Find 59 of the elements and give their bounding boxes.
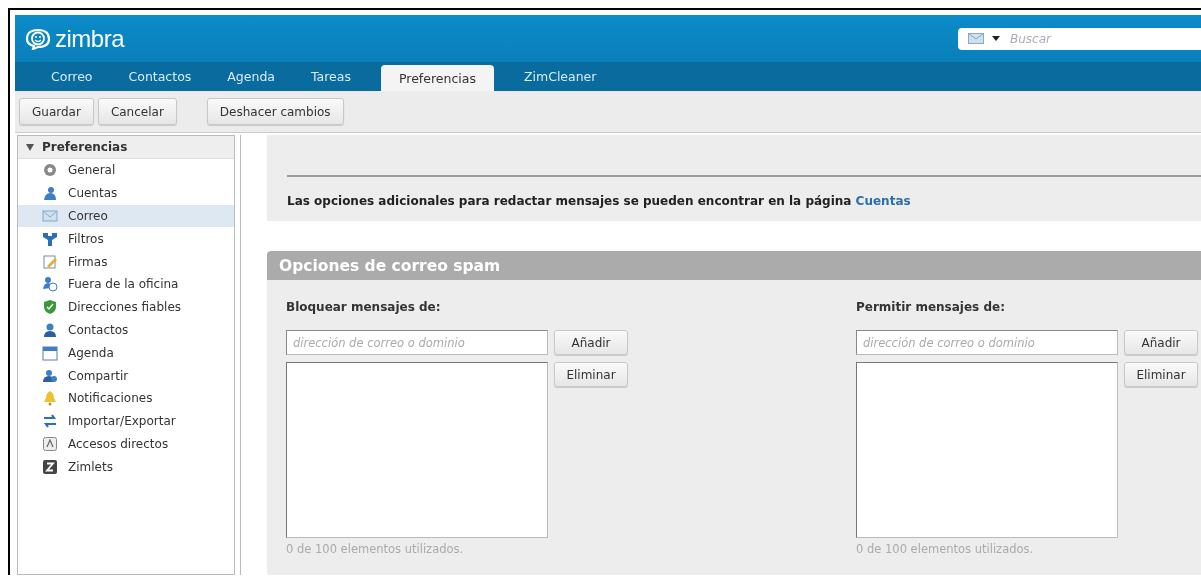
toolbar-button[interactable]: Guardar bbox=[19, 98, 94, 125]
envelope-icon bbox=[42, 208, 58, 224]
sidebar-item[interactable]: Cuentas bbox=[18, 181, 234, 205]
sidebar-item[interactable]: Zimlets bbox=[18, 455, 234, 479]
add-button[interactable]: Añadir bbox=[554, 330, 628, 355]
logo-wordmark: zimbra bbox=[55, 24, 124, 53]
person-icon bbox=[42, 321, 58, 338]
sidebar-item[interactable]: Importar/Exportar bbox=[18, 409, 234, 433]
sidebar-item[interactable]: Agenda bbox=[18, 341, 234, 365]
caret-icon[interactable] bbox=[992, 36, 1000, 41]
address-list[interactable] bbox=[286, 362, 548, 538]
people-icon bbox=[42, 185, 58, 202]
address-field[interactable]: dirección de correo o dominio bbox=[286, 330, 548, 355]
toolbar-button[interactable]: Deshacer cambios bbox=[206, 98, 344, 125]
signature-icon bbox=[42, 253, 58, 270]
accounts-link[interactable]: Cuentas bbox=[855, 194, 911, 208]
sidebar-item[interactable]: Accesos directos bbox=[18, 432, 234, 456]
key-icon bbox=[42, 435, 58, 452]
sidebar-item[interactable]: Contactos bbox=[18, 318, 234, 342]
app-tab[interactable]: Contactos bbox=[110, 69, 210, 91]
sidebar-item[interactable]: Direcciones fiables bbox=[18, 295, 234, 319]
sidebar-title: Preferencias bbox=[42, 140, 128, 154]
search-bar[interactable]: Buscar bbox=[958, 27, 1201, 50]
envelope-icon bbox=[968, 33, 984, 44]
search-field[interactable]: Buscar bbox=[1008, 30, 1162, 47]
sidebar-header[interactable]: Preferencias bbox=[18, 136, 234, 159]
shield-icon bbox=[42, 299, 58, 316]
expand-triangle-icon bbox=[26, 143, 34, 151]
sidebar-item[interactable]: Compartir bbox=[18, 364, 234, 387]
app-tab[interactable]: Tareas bbox=[293, 69, 369, 91]
z-icon bbox=[42, 458, 58, 475]
sidebar-item[interactable]: Firmas bbox=[18, 250, 234, 273]
arrows-icon bbox=[42, 413, 58, 430]
sidebar-item[interactable]: Correo bbox=[18, 204, 234, 228]
bell-icon bbox=[42, 390, 58, 407]
toolbar-button[interactable]: Cancelar bbox=[97, 98, 177, 125]
address-list[interactable] bbox=[856, 362, 1118, 538]
usage-text: 0 de 100 elementos utilizados. bbox=[856, 542, 1035, 556]
sidebar-item[interactable]: General bbox=[18, 159, 234, 182]
add-button[interactable]: Añadir bbox=[1124, 330, 1198, 355]
sidebar-item[interactable]: Filtros bbox=[18, 227, 234, 251]
column-heading: Bloquear mensajes de: bbox=[286, 300, 442, 316]
logo-icon bbox=[23, 27, 53, 50]
app-tab[interactable]: ZimCleaner bbox=[505, 69, 615, 91]
usage-text: 0 de 100 elementos utilizados. bbox=[286, 542, 465, 556]
remove-button[interactable]: Eliminar bbox=[554, 362, 628, 387]
sidebar-item[interactable]: Fuera de la oficina bbox=[18, 273, 234, 296]
people-icon bbox=[42, 367, 58, 384]
fork-icon bbox=[42, 230, 58, 247]
remove-button[interactable]: Eliminar bbox=[1124, 362, 1198, 387]
app-tab[interactable]: Agenda bbox=[209, 69, 293, 91]
info-text: Las opciones adicionales para redactar mensajes se pueden encontrar en la página Cuentas bbox=[287, 194, 912, 208]
column-heading: Permitir mensajes de: bbox=[856, 300, 1006, 316]
address-field[interactable]: dirección de correo o dominio bbox=[856, 330, 1118, 355]
app-tab[interactable]: Preferencias bbox=[380, 65, 494, 91]
app-tab[interactable]: Correo bbox=[33, 69, 111, 91]
sidebar-item[interactable]: Notificaciones bbox=[18, 386, 234, 410]
calendar-icon bbox=[42, 344, 58, 361]
section-header: Opciones de correo spam bbox=[267, 251, 1201, 280]
